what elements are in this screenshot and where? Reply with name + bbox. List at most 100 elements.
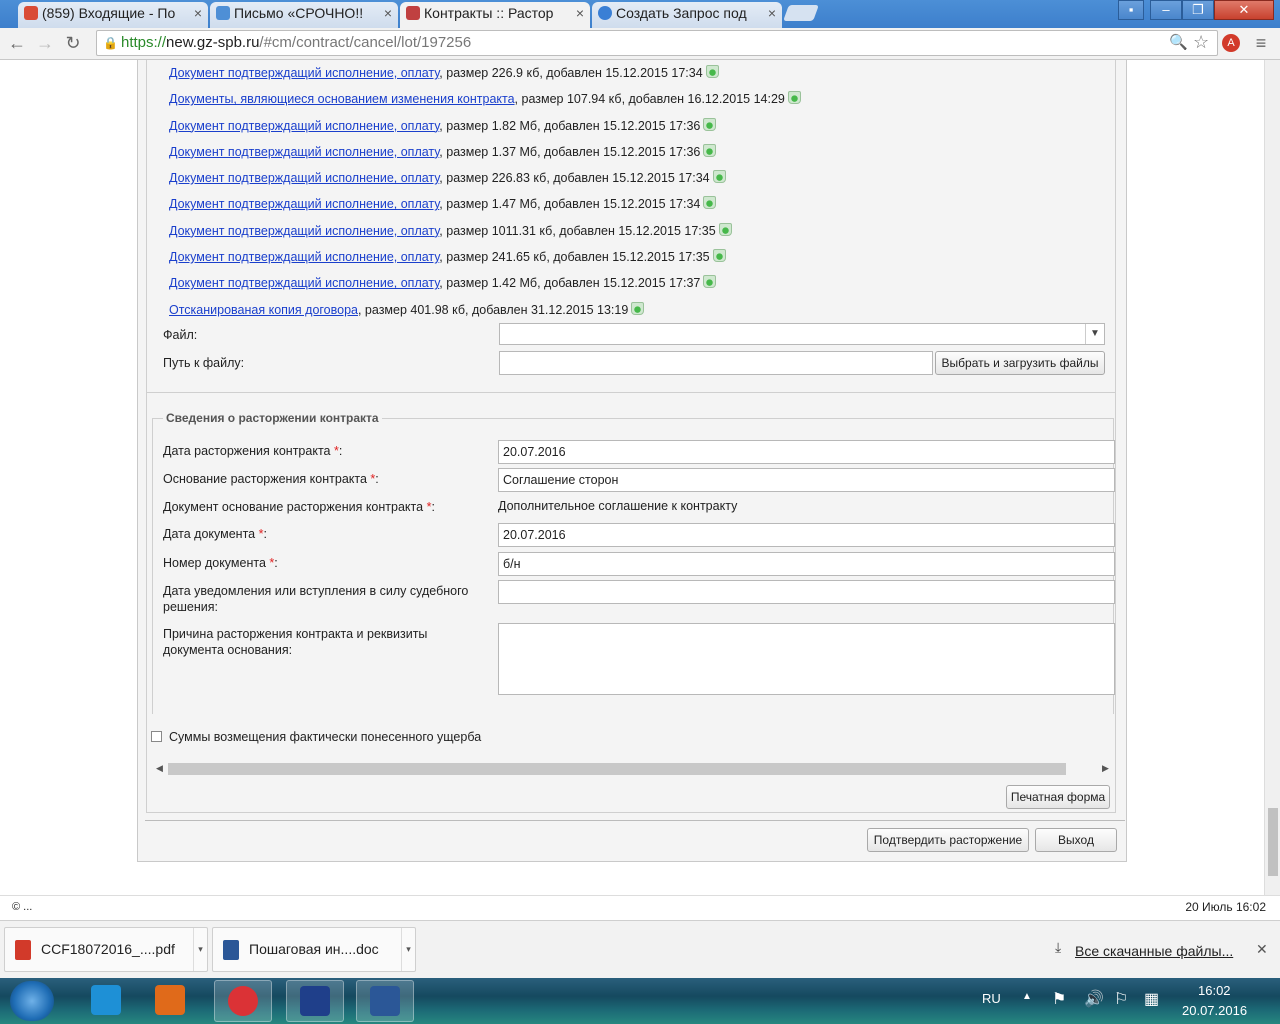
recycle-bin-icon[interactable]: [712, 170, 726, 184]
document-link[interactable]: Документы, являющиеся основанием изменен…: [169, 92, 515, 106]
recycle-bin-icon[interactable]: [712, 249, 726, 263]
url-scheme: https://: [121, 34, 167, 51]
ie-icon[interactable]: [78, 980, 136, 1022]
damages-checkbox[interactable]: [151, 731, 162, 742]
close-icon[interactable]: ×: [768, 2, 776, 24]
scroll-left-icon[interactable]: ◀: [156, 760, 163, 776]
document-meta: , размер 1.82 Мб, добавлен 15.12.2015 17…: [439, 118, 701, 133]
chevron-down-icon[interactable]: ▼: [1085, 324, 1104, 344]
all-downloads-link[interactable]: Все скачанные файлы...: [1075, 943, 1233, 959]
document-row: Документы, являющиеся основанием изменен…: [169, 90, 801, 116]
extension-icon[interactable]: A: [1222, 34, 1240, 52]
app-icon-glyph: [300, 986, 330, 1016]
document-link[interactable]: Документ подтверждащий исполнение, оплат…: [169, 171, 439, 185]
tab-inbox[interactable]: (859) Входящие - По ×: [18, 2, 208, 28]
show-hidden-icons[interactable]: ▲: [1022, 991, 1032, 1002]
horizontal-scrollbar[interactable]: ◀ ▶: [152, 760, 1114, 776]
close-icon[interactable]: ×: [194, 2, 202, 24]
clock-date[interactable]: 20.07.2016: [1182, 1003, 1247, 1018]
media-player-icon[interactable]: [142, 980, 200, 1022]
vertical-scrollbar[interactable]: [1264, 60, 1280, 895]
label-text: Дата расторжения контракта: [163, 444, 331, 458]
reload-button[interactable]: ↻: [62, 32, 84, 54]
flag-icon[interactable]: ⚑: [1052, 989, 1066, 1009]
tab-request[interactable]: Создать Запрос под ×: [592, 2, 782, 28]
zoom-icon[interactable]: 🔍: [1169, 33, 1188, 51]
colon: :: [338, 444, 343, 458]
document-meta: , размер 1.42 Мб, добавлен 15.12.2015 17…: [439, 276, 701, 291]
document-number-label: Номер документа *:: [163, 555, 278, 571]
recycle-bin-icon[interactable]: [703, 196, 717, 210]
minimize-button[interactable]: –: [1150, 0, 1182, 20]
scroll-thumb[interactable]: [168, 763, 1066, 775]
termination-fieldset: Сведения о расторжении контракта Дата ра…: [152, 411, 1115, 714]
recycle-bin-icon[interactable]: [631, 301, 645, 315]
recycle-bin-icon[interactable]: [703, 275, 717, 289]
close-icon[interactable]: ✕: [1256, 941, 1268, 958]
tab-letter[interactable]: Письмо «СРОЧНО!! ×: [210, 2, 398, 28]
chevron-down-icon[interactable]: ▾: [193, 928, 207, 971]
recycle-bin-icon[interactable]: [787, 91, 801, 105]
download-item-pdf[interactable]: CCF18072016_....pdf ▾: [4, 927, 208, 972]
action-center-icon[interactable]: ⚐: [1114, 989, 1128, 1009]
recycle-bin-icon[interactable]: [703, 143, 717, 157]
document-link[interactable]: Документ подтверждащий исполнение, оплат…: [169, 66, 439, 80]
document-number-input[interactable]: б/н: [498, 552, 1115, 576]
close-window-button[interactable]: ✕: [1214, 0, 1274, 20]
close-icon[interactable]: ×: [384, 2, 392, 24]
menu-button[interactable]: ≡: [1250, 32, 1272, 54]
help-icon: [598, 6, 612, 20]
scroll-right-icon[interactable]: ▶: [1102, 760, 1109, 776]
colon: :: [274, 556, 278, 570]
address-bar[interactable]: 🔒 https://new.gz-spb.ru/#cm/contract/can…: [96, 30, 1218, 56]
volume-icon[interactable]: 🔊: [1084, 989, 1104, 1009]
restore-button[interactable]: ❐: [1182, 0, 1214, 20]
bookmark-star-icon[interactable]: ☆: [1193, 32, 1209, 53]
app-icon[interactable]: [286, 980, 344, 1022]
reason-textarea[interactable]: [498, 623, 1115, 695]
document-link[interactable]: Документ подтверждащий исполнение, оплат…: [169, 224, 439, 238]
word-icon[interactable]: [356, 980, 414, 1022]
clock-time[interactable]: 16:02: [1198, 983, 1231, 998]
network-icon[interactable]: ▦: [1144, 989, 1159, 1009]
notice-date-input[interactable]: [498, 580, 1115, 604]
document-meta: , размер 1011.31 кб, добавлен 15.12.2015…: [439, 223, 716, 238]
print-form-button[interactable]: Печатная форма: [1006, 785, 1110, 809]
user-icon[interactable]: ▪: [1118, 0, 1144, 20]
document-list: Документ подтверждащий исполнение, оплат…: [169, 64, 801, 327]
forward-button[interactable]: →: [34, 32, 56, 54]
back-button[interactable]: ←: [6, 32, 28, 54]
path-label: Путь к файлу:: [163, 356, 245, 370]
chrome-icon[interactable]: [214, 980, 272, 1022]
termination-date-input[interactable]: 20.07.2016: [498, 440, 1115, 464]
exit-button[interactable]: Выход: [1035, 828, 1117, 852]
recycle-bin-icon[interactable]: [718, 222, 732, 236]
file-select[interactable]: [499, 323, 1105, 345]
status-left: © ...: [12, 901, 33, 913]
path-input[interactable]: [499, 351, 933, 375]
document-date-input[interactable]: 20.07.2016: [498, 523, 1115, 547]
language-indicator[interactable]: RU: [982, 991, 1001, 1006]
termination-basis-input[interactable]: Соглашение сторон: [498, 468, 1115, 492]
new-tab-button[interactable]: [783, 5, 819, 21]
confirm-termination-button[interactable]: Подтвердить расторжение: [867, 828, 1029, 852]
chevron-down-icon[interactable]: ▾: [401, 928, 415, 971]
choose-upload-button[interactable]: Выбрать и загрузить файлы: [935, 351, 1105, 375]
start-button[interactable]: [10, 981, 54, 1021]
document-link[interactable]: Документ подтверждащий исполнение, оплат…: [169, 276, 439, 290]
close-icon[interactable]: ×: [576, 2, 584, 24]
page-content: Документ подтверждащий исполнение, оплат…: [0, 60, 1264, 895]
download-item-doc[interactable]: Пошаговая ин....doc ▾: [212, 927, 416, 972]
recycle-bin-icon[interactable]: [705, 65, 719, 78]
label-text: Документ основание расторжения контракта: [163, 500, 424, 514]
document-link[interactable]: Документ подтверждащий исполнение, оплат…: [169, 197, 439, 211]
scroll-thumb[interactable]: [1268, 808, 1278, 876]
document-link[interactable]: Документ подтверждащий исполнение, оплат…: [169, 119, 439, 133]
document-link[interactable]: Документ подтверждащий исполнение, оплат…: [169, 145, 439, 159]
document-row: Документ подтверждащий исполнение, оплат…: [169, 169, 801, 195]
document-link[interactable]: Документ подтверждащий исполнение, оплат…: [169, 250, 439, 264]
document-link[interactable]: Отсканированая копия договора: [169, 303, 358, 317]
section-legend: Сведения о расторжении контракта: [163, 411, 382, 425]
recycle-bin-icon[interactable]: [703, 117, 717, 131]
tab-contracts[interactable]: Контракты :: Растор ×: [400, 2, 590, 29]
